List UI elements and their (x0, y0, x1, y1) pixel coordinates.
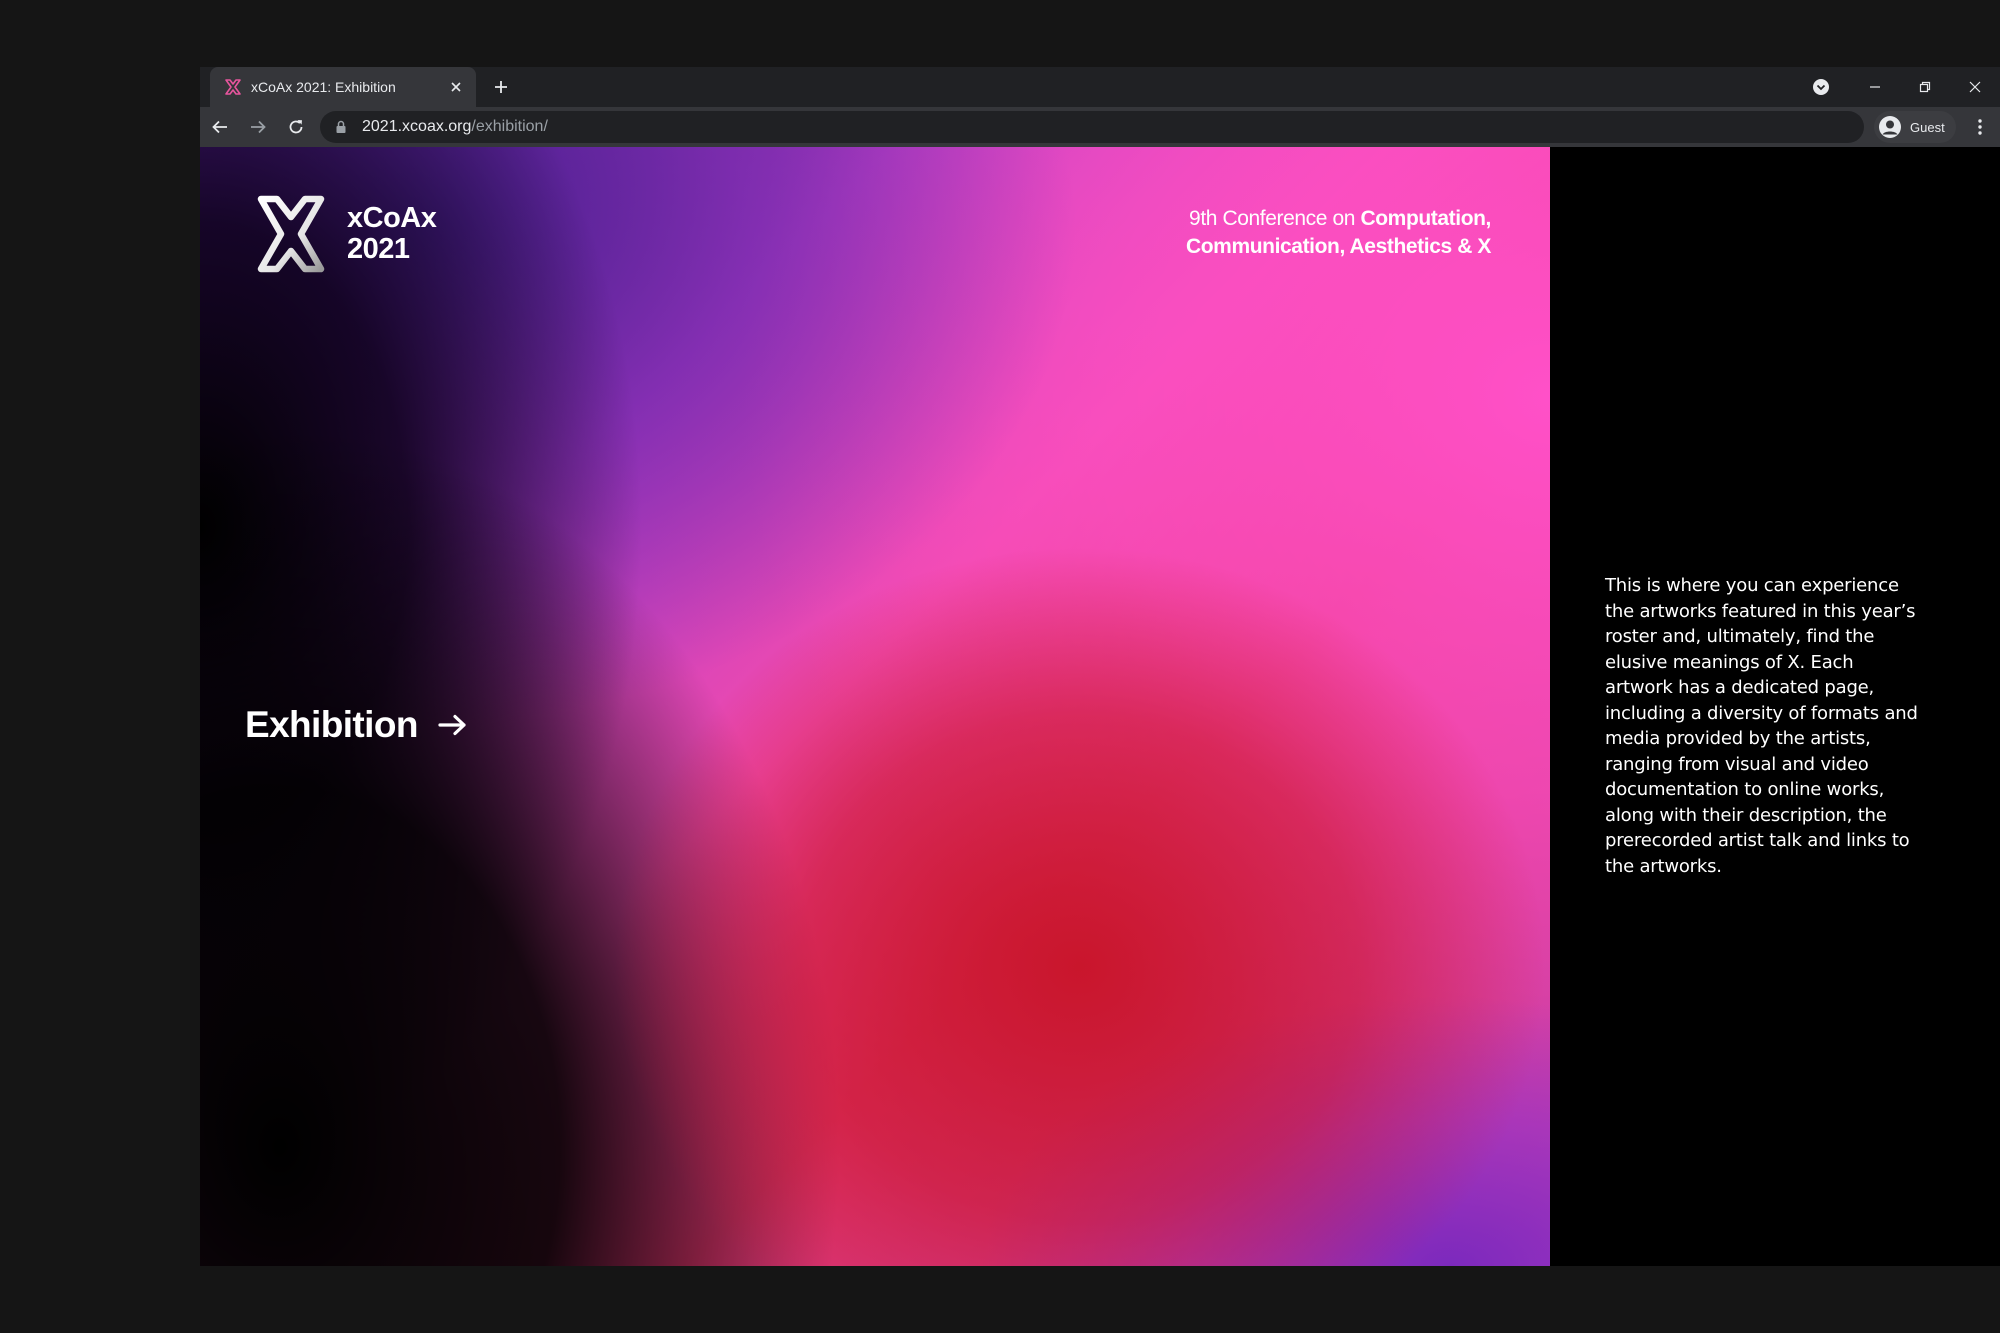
profile-label: Guest (1910, 119, 1945, 135)
exhibition-description: This is where you can experience the art… (1605, 575, 1918, 877)
logo-line-2: 2021 (347, 233, 410, 265)
tab-title: xCoAx 2021: Exhibition (251, 79, 396, 95)
browser-toolbar: 2021.xcoax.org/exhibition/ Guest (200, 107, 2000, 147)
reload-icon (289, 120, 303, 134)
tab-xcoax-exhibition[interactable]: xCoAx 2021: Exhibition (210, 67, 476, 107)
user-avatar-icon (1879, 116, 1901, 138)
browser-window: xCoAx 2021: Exhibition 2021.xcoax.org/ex… (200, 67, 2000, 1266)
logo-text: xCoAx 2021 (347, 202, 437, 265)
tagline-prefix: 9th Conference on (1189, 207, 1361, 230)
site-logo[interactable]: xCoAx 2021 (255, 195, 437, 273)
plus-icon (495, 81, 507, 93)
url-text: 2021.xcoax.org/exhibition/ (362, 118, 548, 136)
exhibition-label: Exhibition (245, 704, 418, 745)
hero-panel: xCoAx 2021 9th Conference on Computation… (200, 147, 1550, 1266)
restore-button[interactable] (1900, 67, 1950, 107)
tab-search-icon (1813, 79, 1829, 95)
logo-line-1: xCoAx (347, 202, 437, 234)
back-button[interactable] (202, 109, 238, 145)
lock-icon[interactable] (334, 120, 348, 134)
tab-close-button[interactable] (446, 77, 466, 97)
tab-strip: xCoAx 2021: Exhibition (200, 67, 2000, 107)
new-tab-button[interactable] (487, 73, 515, 101)
desktop-background: xCoAx 2021: Exhibition 2021.xcoax.org/ex… (0, 0, 2000, 1333)
kebab-menu-icon (1978, 119, 1982, 135)
close-icon (451, 82, 461, 92)
minimize-button[interactable] (1850, 67, 1900, 107)
url-path: /exhibition/ (471, 118, 548, 135)
tab-search-button[interactable] (1796, 67, 1846, 107)
close-icon (1969, 81, 1981, 93)
close-window-button[interactable] (1950, 67, 2000, 107)
arrow-right-icon (438, 711, 470, 739)
conference-tagline: 9th Conference on Computation, Communica… (1071, 205, 1491, 261)
address-bar[interactable]: 2021.xcoax.org/exhibition/ (320, 111, 1864, 143)
forward-button[interactable] (240, 109, 276, 145)
url-host: 2021.xcoax.org (362, 118, 472, 135)
description-panel: This is where you can experience the art… (1550, 147, 2000, 1266)
profile-button[interactable]: Guest (1874, 111, 1956, 143)
xcoax-x-icon (224, 78, 242, 96)
minimize-icon (1870, 86, 1880, 88)
page-viewport: xCoAx 2021 9th Conference on Computation… (200, 147, 2000, 1266)
arrow-left-icon (212, 120, 227, 134)
xcoax-logo-icon (257, 195, 325, 273)
reload-button[interactable] (278, 109, 314, 145)
restore-icon (1919, 81, 1931, 93)
window-controls (1796, 67, 2000, 107)
arrow-right-icon (251, 120, 266, 134)
exhibition-link[interactable]: Exhibition (245, 704, 470, 746)
browser-menu-button[interactable] (1966, 111, 1994, 143)
